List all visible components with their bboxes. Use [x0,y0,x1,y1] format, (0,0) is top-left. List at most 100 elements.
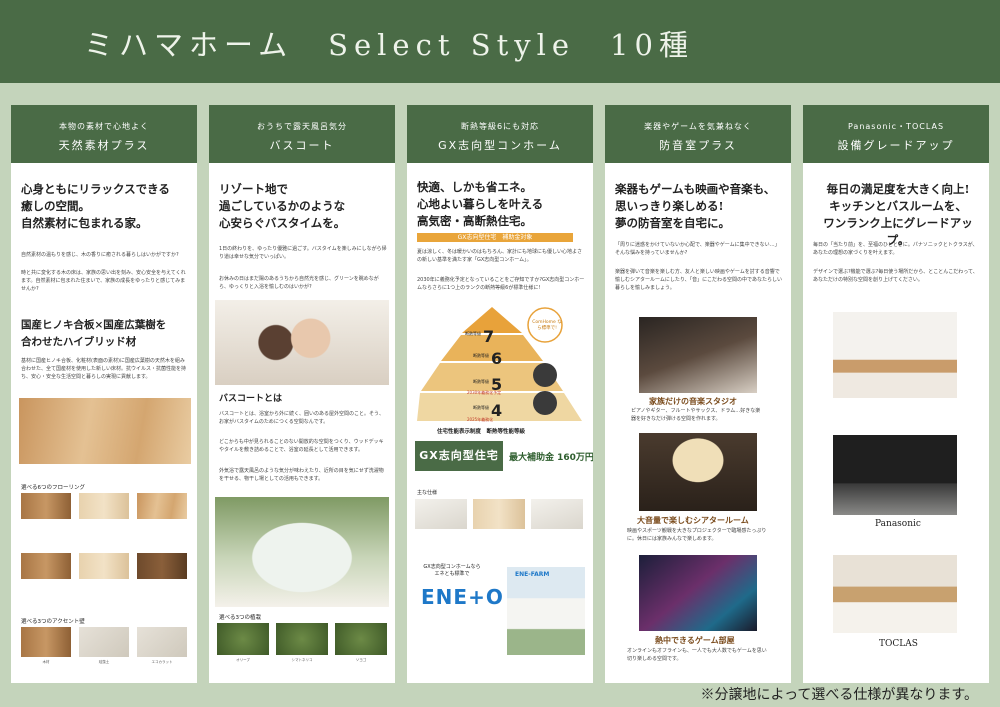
panel-subtitle: Panasonic・TOCLAS [847,122,945,131]
panel-headline: 楽器もゲームも映画や音楽も、 思いっきり楽しめる! 夢の防音室を自宅に。 [615,182,776,230]
flooring-swatch [21,493,71,519]
panel-subtitle: 楽器やゲームを気兼ねなく [644,122,752,131]
panel-title: バスコート [269,139,335,152]
panel-bath-court: おうちで露天風呂気分 バスコート リゾート地で 過ごしているかのような 心安らぐ… [209,105,395,683]
plant-name: オリーブ [236,658,250,662]
accent-wall-swatch [79,627,129,657]
level-number: 6 [491,349,503,368]
accent-wall-label: 選べる3つのアクセント壁 [21,619,85,625]
gx-badge: GX志向型住宅 [415,441,503,471]
panasonic-kitchen-photo [833,435,957,515]
accent-wall-swatch [21,627,71,657]
flooring-swatch [79,493,129,519]
eneto-logo: ENE+O [421,585,504,609]
music-studio-photo [639,317,757,393]
kitchen-photo [833,312,957,398]
game-room-caption: 熱中できるゲーム部屋 [655,636,735,645]
sub-headline: バスコートとは [219,394,283,404]
body-text: 時と共に変化する木の床は、家族の思い出を刻み、安心安全を与えてくれます。自然素材… [21,270,186,292]
panel-title: GX志向型コンホーム [438,139,562,152]
enefarm-logo: ENE-FARM [515,571,550,578]
body-text: 基材に国産ヒノキ合板、化粧材(表面の素材)に国産広葉樹の天然木を組み合わせた、全… [21,358,187,380]
subsidy-bar: GX志向型住宅 補助金対象 [417,233,573,242]
panel-subtitle: 断熱等級6にも対応 [460,122,540,131]
flooring-swatch [137,553,187,579]
body-text: オンラインもオフラインも、一人でも大人数でもゲームを思い切り楽しめる空間です。 [627,648,767,662]
theater-room-photo [639,433,757,511]
page-title: ミハマホーム Select Style 10種 [84,28,694,62]
panel-subtitle: おうちで露天風呂気分 [257,122,347,131]
body-text: 楽器を弾いて音楽を楽しむ方、友人と楽しい映画やゲームを討する音響で愉しむシアター… [615,269,783,291]
flooring-label: 選べる6つのフローリング [21,485,86,491]
plant-photo [276,623,328,655]
panel-header: 断熱等級6にも対応 GX志向型コンホーム [407,105,593,163]
body-text: 1日の終わりを、ゆったり優雅に過ごす。バスタイムを楽しみにしながら帰り道は幸せな… [219,246,387,260]
panel-header: 本物の素材で心地よく 天然素材プラス [11,105,197,163]
accent-wall-swatch [137,627,187,657]
level-text: 断熱等級 [473,379,489,384]
panel-natural-materials: 本物の素材で心地よく 天然素材プラス 心身ともにリラックスできる 癒しの空間。 … [11,105,197,683]
accent-wall-name: 木材 [42,660,50,664]
body-text: 外気浴で露天風呂のような気分が味わえたり、近所の目を気にせず洗濯物を干せる、物干… [219,468,384,482]
panel-soundproof-room: 楽器やゲームを気兼ねなく 防音室プラス 楽器もゲームも映画や音楽も、 思いっきり… [605,105,791,683]
flooring-swatch [79,553,129,579]
level-text: 断熱等級 [473,405,489,410]
panel-header: おうちで露天風呂気分 バスコート [209,105,395,163]
spec-label: 主な仕様 [417,490,438,496]
game-room-photo [639,555,757,631]
spec-photo [531,499,583,529]
panel-gx-comhome: 断熱等級6にも対応 GX志向型コンホーム 快適、しかも省エネ。 心地よい暮らしを… [407,105,593,683]
eneto-heading: GX志向型コンホームなら エネとも標準で [423,564,481,577]
plant-name: シマトネリコ [291,658,313,662]
panel-subtitle: 本物の素材で心地よく [59,122,149,131]
sub-headline: 国産ヒノキ合板×国産広葉樹を 合わせたハイブリッド材 [21,319,167,348]
toclas-bath-photo [833,555,957,633]
panel-header: Panasonic・TOCLAS 設備グレードアップ [803,105,989,163]
level-number: 7 [483,327,495,346]
spec-photo [473,499,525,529]
title-bar: ミハマホーム Select Style 10種 [0,0,1000,83]
theater-room-caption: 大音量で楽しむシアタールーム [637,516,749,525]
panel-title: 防音室プラス [659,139,737,152]
body-text: 映画やスポーツ観戦を大きなプロジェクターで臨場感たっぷりに。休日には家族みんなで… [627,528,767,542]
plant-photo [217,623,269,655]
panel-headline: リゾート地で 過ごしているかのような 心安らぐバスタイムを。 [219,182,346,230]
panel-title: 天然素材プラス [58,139,150,152]
panel-equipment-upgrade: Panasonic・TOCLAS 設備グレードアップ 毎日の満足度を大きく向上!… [803,105,989,683]
level-note: 2025年義務化 [467,417,494,422]
plant-name: ソヨゴ [355,658,367,662]
comhome-bubble: ComHome なら標準で! [532,320,562,331]
music-studio-caption: 家族だけの音楽スタジオ [649,397,737,406]
body-text: 2030年に義務化予定となっていることをご存知ですか?GX志向型コンホームならさ… [417,277,585,291]
plant-label: 選べる3つの植栽 [219,615,261,621]
bath-photo [215,300,389,385]
flooring-swatch [21,553,71,579]
panasonic-label: Panasonic [875,519,921,529]
accent-wall-name: エコカラット [151,660,173,664]
panel-headline: 毎日の満足度を大きく向上! キッチンとバスルームを、 ワンランク上にグレードアッ… [823,182,973,247]
bath-court-photo [215,497,389,607]
flooring-photo [19,398,191,464]
enefarm-illustration [507,567,585,655]
plant-photo [335,623,387,655]
body-text: 自然素材の温もりを感じ、木の香りに癒される暮らしはいかがですか? [21,252,179,258]
flooring-swatch [137,493,187,519]
level-text: 断熱等級 [465,331,481,336]
body-text: 「周りに迷惑をかけていないか心配で、楽器やゲームに集中できない…」そんな悩みを持… [615,242,780,256]
body-text: ピアノやギター、フルートやサックス、ドラム…好きな楽器を好きなだけ弾ける空間を作… [631,408,761,422]
panel-title: 設備グレードアップ [837,139,955,152]
body-text: お休みの日はまだ陽のあるうちから自然光を感じ、グリーンを眺めながら、ゆっくりと入… [219,276,379,290]
chart-caption: 住宅性能表示制度 断熱等性能等級 [437,429,526,435]
panel-headline: 快適、しかも省エネ。 心地よい暮らしを叶える 高気密・高断熱住宅。 [417,180,544,228]
body-text: 毎日の「当たり前」を、至福のひとときに。パナソニックとトクラスが、あなたの理想の… [813,242,978,256]
body-text: バスコートとは、浴室から外に続く、囲いのある屋外空間のこと。そう、お家がバスタイ… [219,411,385,425]
body-text: どこからも中が見られることのない開放的な空間をつくり、ウッドデッキやタイルを敷き… [219,439,384,453]
footnote: ※分譲地によって選べる仕様が異なります。 [700,687,978,703]
level-text: 断熱等級 [473,353,489,358]
subsidy-amount: 最大補助金 160万円 [509,453,593,463]
panel-header: 楽器やゲームを気兼ねなく 防音室プラス [605,105,791,163]
level-note: 2030年義務化予定 [467,390,502,395]
body-text: 夏は涼しく、冬は暖かいのはもちろん、家計にも地球にも優しい心地よさの新しい基準を… [417,249,583,263]
panel-headline: 心身ともにリラックスできる 癒しの空間。 自然素材に包まれる家。 [21,182,170,230]
toclas-label: TOCLAS [879,639,918,649]
